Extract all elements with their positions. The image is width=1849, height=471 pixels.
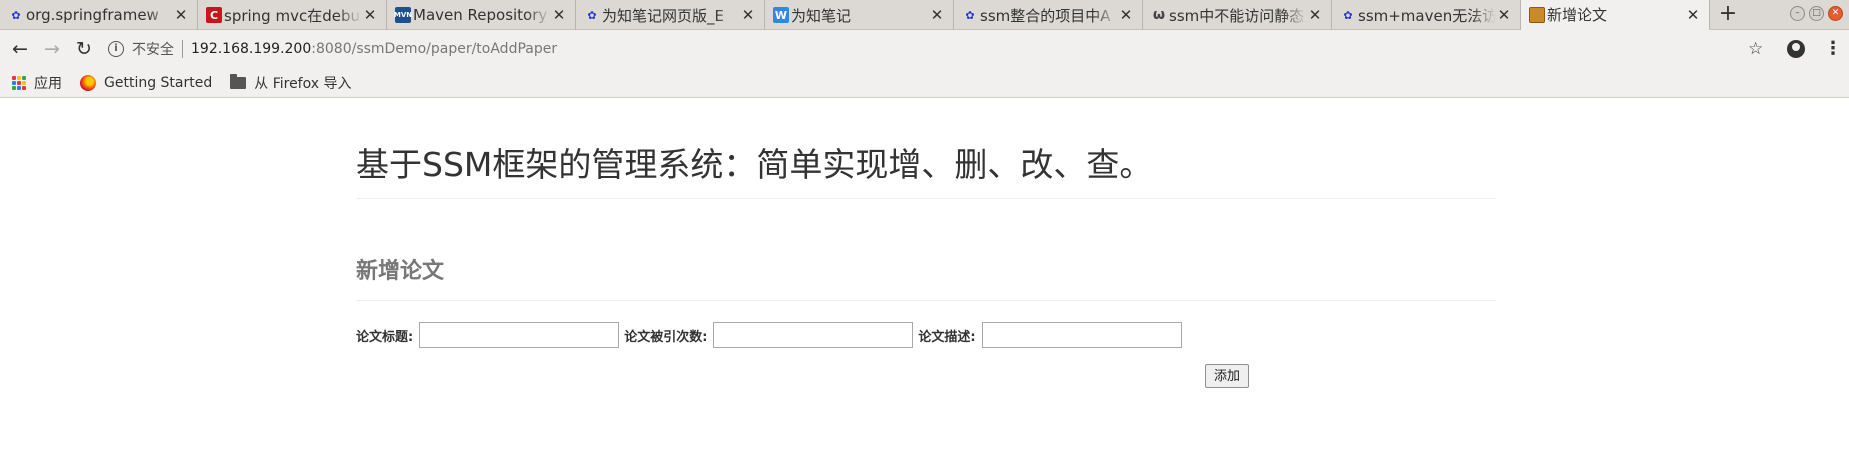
bookmark-firefox-import[interactable]: 从 Firefox 导入 [230,73,351,93]
info-icon[interactable]: i [108,41,124,57]
divider [356,300,1496,301]
maximize-icon[interactable]: □ [1809,6,1824,21]
bookmark-label: Getting Started [104,74,213,91]
new-tab-button[interactable]: + [1716,3,1740,27]
citation-count-label: 论文被引次数: [624,329,708,345]
minimize-icon[interactable]: – [1790,6,1805,21]
tab-5[interactable]: W 为知笔记 ✕ [765,0,954,30]
paper-title-label: 论文标题: [356,329,414,345]
baidu-paw-icon: ✿ [587,8,597,22]
tab-1[interactable]: ✿ org.springframew ✕ [0,0,198,30]
baidu-paw-icon: ✿ [1343,8,1353,22]
close-tab-icon[interactable]: ✕ [740,6,756,24]
tab-title: org.springframew [26,6,159,24]
close-tab-icon[interactable]: ✕ [1496,6,1512,24]
baidu-paw-icon: ✿ [11,8,21,22]
apps-grid-icon [12,75,26,90]
firefox-icon [80,74,96,91]
divider [182,40,183,58]
close-tab-icon[interactable]: ✕ [1685,6,1701,24]
tab-title: spring mvc在debu [224,6,360,25]
mvn-icon: MVN [394,7,412,23]
tab-title: 为知笔记网页版_E [602,6,724,25]
url-path[interactable]: :8080/ssmDemo/paper/toAddPaper [311,41,557,57]
bookmark-getting-started[interactable]: Getting Started [80,74,213,91]
close-tab-icon[interactable]: ✕ [1118,6,1134,24]
csdn-icon: C [206,7,222,23]
tab-strip: ✿ org.springframew ✕ C spring mvc在debu ✕… [0,0,1849,30]
address-bar[interactable]: i 不安全 192.168.199.200:8080/ssmDemo/paper… [108,36,1748,62]
tab-7[interactable]: ω ssm中不能访问静态 ✕ [1143,0,1332,30]
bookmarks-bar: 应用 Getting Started 从 Firefox 导入 [0,68,1849,98]
citation-count-input[interactable] [713,322,914,348]
paper-description-input[interactable] [981,322,1182,348]
tab-title: ssm中不能访问静态 [1169,6,1305,25]
close-window-icon[interactable]: ✕ [1828,6,1843,21]
close-tab-icon[interactable]: ✕ [1307,6,1323,24]
tab-active[interactable]: 新增论文 ✕ [1521,0,1710,30]
tab-3[interactable]: MVN Maven Repository ✕ [387,0,576,30]
close-tab-icon[interactable]: ✕ [173,6,189,24]
folder-icon [230,73,247,89]
toolbar: ← → ↻ i 不安全 192.168.199.200:8080/ssmDemo… [0,30,1849,68]
omega-icon: ω [1152,7,1166,23]
menu-icon[interactable]: ⋮ [1824,39,1842,59]
wiz-icon: W [773,7,789,23]
close-tab-icon[interactable]: ✕ [551,6,567,24]
paper-title-input[interactable] [419,322,620,348]
star-icon[interactable]: ☆ [1748,39,1763,59]
add-button[interactable]: 添加 [1205,364,1250,388]
bookmark-label: 从 Firefox 导入 [254,75,352,92]
tab-8[interactable]: ✿ ssm+maven无法访 ✕ [1332,0,1521,30]
close-tab-icon[interactable]: ✕ [362,6,378,24]
tab-title: ssm+maven无法访 [1358,6,1496,25]
bookmark-label: 应用 [34,75,62,92]
close-tab-icon[interactable]: ✕ [929,6,945,24]
add-paper-form: 论文标题: 论文被引次数: 论文描述: [356,322,1187,348]
baidu-paw-icon: ✿ [965,8,975,22]
paper-description-label: 论文描述: [918,329,976,345]
back-arrow-icon[interactable]: ← [8,37,32,61]
divider [356,198,1496,199]
section-title: 新增论文 [356,259,445,284]
tab-4[interactable]: ✿ 为知笔记网页版_E ✕ [576,0,765,30]
page-icon [1529,7,1545,23]
bookmark-apps[interactable]: 应用 [12,73,62,93]
window-controls: – □ ✕ [1790,6,1843,21]
tab-2[interactable]: C spring mvc在debu ✕ [198,0,387,30]
tab-title: 新增论文 [1547,6,1608,24]
forward-arrow-icon[interactable]: → [40,37,64,61]
tab-title: 为知笔记 [791,6,852,25]
tab-title: Maven Repository [413,6,548,24]
page-title: 基于SSM框架的管理系统：简单实现增、删、改、查。 [356,145,1153,184]
profile-icon[interactable] [1787,40,1805,58]
security-label[interactable]: 不安全 [132,39,174,59]
tab-title: ssm整合的项目中A [980,6,1111,25]
tab-6[interactable]: ✿ ssm整合的项目中A ✕ [954,0,1143,30]
url-host[interactable]: 192.168.199.200 [191,41,311,57]
reload-icon[interactable]: ↻ [72,37,96,61]
